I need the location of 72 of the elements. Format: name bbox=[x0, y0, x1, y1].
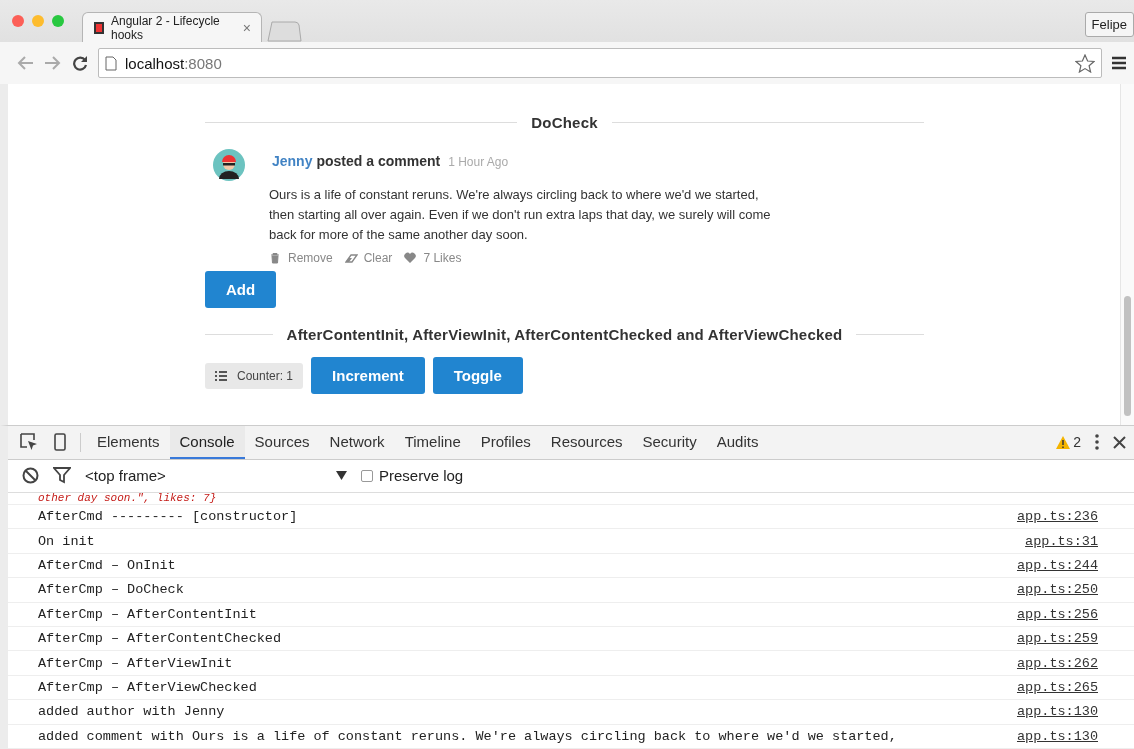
star-icon[interactable] bbox=[1075, 53, 1095, 73]
eraser-icon bbox=[344, 252, 358, 264]
preserve-log-checkbox[interactable] bbox=[361, 469, 373, 482]
remove-link[interactable]: Remove bbox=[269, 251, 333, 265]
source-link[interactable]: app.ts:244 bbox=[1017, 558, 1098, 574]
frame-dropdown[interactable]: <top frame> bbox=[85, 467, 347, 485]
source-link[interactable]: app.ts:130 bbox=[1017, 704, 1098, 720]
warning-count[interactable]: 2 bbox=[1056, 434, 1081, 451]
like-link[interactable]: 7 Likes bbox=[404, 251, 462, 265]
source-link[interactable]: app.ts:265 bbox=[1017, 680, 1098, 695]
console-message: AfterCmp – AfterViewChecked bbox=[38, 680, 257, 695]
profile-button[interactable]: Felipe bbox=[1084, 12, 1134, 37]
inspect-icon[interactable] bbox=[20, 433, 38, 452]
source-link[interactable]: app.ts:250 bbox=[1017, 582, 1098, 598]
comment-action-text: posted a comment bbox=[316, 153, 441, 169]
counter-label: Counter: 1 bbox=[205, 362, 304, 389]
address-bar[interactable]: localhost:8080 bbox=[98, 48, 1102, 78]
tab-close-button[interactable]: × bbox=[242, 19, 251, 36]
console-message: AfterCmp – AfterContentChecked bbox=[38, 631, 282, 647]
devtools-tab[interactable]: Network bbox=[319, 426, 395, 459]
console-message: added comment with Ours is a life of constant reruns. We're always circling back to where we'd we started, bbox=[38, 728, 897, 744]
source-link[interactable]: app.ts:262 bbox=[1017, 655, 1098, 671]
url-text: localhost:8080 bbox=[125, 54, 222, 72]
source-link[interactable]: app.ts:256 bbox=[1017, 606, 1098, 622]
section-title: AfterContentInit, AfterViewInit, AfterContentChecked and AfterViewChecked bbox=[286, 326, 843, 343]
devtools-tab[interactable]: Security bbox=[632, 426, 707, 459]
console-message: AfterCmp – AfterViewInit bbox=[38, 655, 233, 671]
section-title: DoCheck bbox=[531, 114, 598, 131]
devtools-tab[interactable]: Timeline bbox=[394, 426, 471, 459]
clear-link[interactable]: Clear bbox=[344, 251, 393, 265]
devtools-tab[interactable]: Resources bbox=[540, 426, 633, 459]
console-message: AfterCmp – DoCheck bbox=[38, 582, 184, 598]
clear-console-icon[interactable] bbox=[22, 467, 39, 485]
source-link[interactable]: app.ts:236 bbox=[1017, 509, 1098, 525]
comment-time: 1 Hour Ago bbox=[448, 155, 509, 169]
browser-tab[interactable]: Angular 2 - Lifecycle hooks × bbox=[82, 12, 262, 42]
reload-icon[interactable] bbox=[72, 55, 88, 71]
add-button[interactable]: Add bbox=[205, 271, 277, 308]
filter-icon[interactable] bbox=[53, 467, 71, 485]
console-message: AfterCmd – OnInit bbox=[38, 558, 176, 574]
devtools-tab[interactable]: Elements bbox=[87, 426, 170, 459]
caret-icon bbox=[336, 471, 347, 481]
scrollbar-thumb[interactable] bbox=[1124, 296, 1131, 416]
checkbox-label: Preserve log bbox=[379, 467, 464, 485]
source-link[interactable]: app.ts:31 bbox=[1025, 533, 1098, 549]
console-message: added author with Jenny bbox=[38, 704, 225, 720]
console-message: AfterCmd --------- [constructor] bbox=[38, 509, 298, 525]
menu-icon[interactable] bbox=[1112, 56, 1126, 70]
warning-icon bbox=[1056, 435, 1071, 449]
devtools-tab[interactable]: Sources bbox=[244, 426, 320, 459]
devtools-tab[interactable]: Audits bbox=[706, 426, 769, 459]
trash-icon bbox=[269, 252, 282, 264]
devtools-tab[interactable]: Console bbox=[169, 426, 245, 459]
avatar-icon bbox=[213, 149, 245, 181]
comment-text: Ours is a life of constant reruns. We're always circling back to where we'd we started, then starting all over again. Even if we don't run extra laps that day, we surely will come back for more of the same another day soon. bbox=[269, 186, 772, 244]
device-icon[interactable] bbox=[54, 433, 66, 452]
list-icon bbox=[215, 370, 227, 381]
console-object-text: other day soon.", likes: 7} bbox=[38, 493, 217, 505]
action-button[interactable]: Toggle bbox=[432, 357, 523, 394]
page-icon bbox=[105, 55, 117, 71]
heart-icon bbox=[404, 252, 418, 264]
favicon-icon bbox=[93, 20, 105, 35]
source-link[interactable]: app.ts:259 bbox=[1017, 631, 1098, 647]
source-link[interactable]: app.ts:130 bbox=[1017, 728, 1098, 744]
console-message: On init bbox=[38, 533, 95, 549]
author-link[interactable]: Jenny bbox=[272, 153, 313, 169]
tab-title: Angular 2 - Lifecycle hooks bbox=[111, 13, 221, 42]
console-message: AfterCmp – AfterContentInit bbox=[38, 606, 257, 622]
action-button[interactable]: Increment bbox=[311, 357, 425, 394]
more-options-icon[interactable] bbox=[1095, 434, 1099, 451]
devtools-tab[interactable]: Profiles bbox=[470, 426, 541, 459]
close-icon[interactable] bbox=[1113, 435, 1126, 449]
